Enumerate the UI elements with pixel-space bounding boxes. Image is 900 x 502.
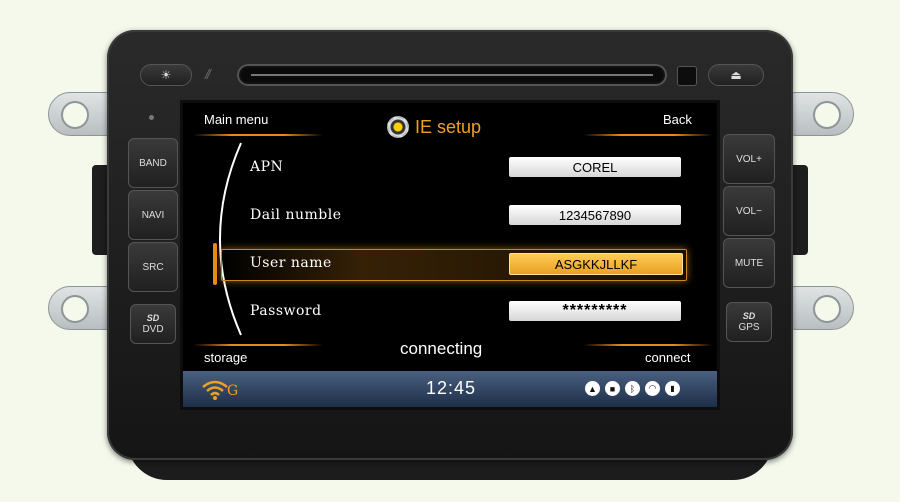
main-menu-link[interactable]: Main menu: [204, 112, 268, 127]
user-name-label: User name: [250, 255, 332, 271]
mic-hole: [149, 115, 154, 120]
camera-icon[interactable]: ■: [605, 381, 620, 396]
mute-label: MUTE: [734, 257, 764, 269]
sun-icon: ☀: [160, 68, 172, 82]
eject-button[interactable]: ⏏: [708, 64, 764, 86]
footer-line-left: [193, 344, 323, 346]
page-title: IE setup: [387, 116, 481, 138]
connect-button[interactable]: connect: [645, 350, 691, 365]
gear-icon: [387, 116, 409, 138]
src-button[interactable]: SRC: [128, 242, 178, 292]
vol-up-button[interactable]: VOL+: [723, 134, 775, 184]
sd-gps-slot[interactable]: SD GPS: [726, 302, 772, 342]
ir-sensor: [677, 66, 697, 86]
page-title-text: IE setup: [415, 116, 482, 137]
navi-button[interactable]: NAVI: [128, 190, 178, 240]
vol-down-label: VOL−: [736, 205, 762, 217]
user-name-field[interactable]: ASGKKJLLKF: [509, 253, 683, 275]
cd-slot: [237, 64, 667, 86]
eject-icon: ⏏: [730, 68, 742, 82]
slot-marks: //: [205, 66, 211, 82]
band-label: BAND: [139, 157, 167, 169]
logo-letter: G: [227, 383, 239, 399]
sd-icon: SD: [742, 311, 756, 321]
bluetooth-icon[interactable]: ᛒ: [625, 381, 640, 396]
status-bar: G 12:45 ▲ ■ ᛒ ◠ ▮: [183, 371, 717, 407]
brightness-button[interactable]: ☀: [140, 64, 192, 86]
gps-label: GPS: [738, 322, 760, 333]
band-button[interactable]: BAND: [128, 138, 178, 188]
wifi-icon[interactable]: ◠: [645, 381, 660, 396]
header-line-left: [193, 134, 323, 136]
src-label: SRC: [142, 261, 164, 273]
apn-field[interactable]: COREL: [509, 157, 681, 177]
signal-icon[interactable]: ▮: [665, 381, 680, 396]
storage-button[interactable]: storage: [204, 350, 247, 365]
vol-down-button[interactable]: VOL−: [723, 186, 775, 236]
password-field[interactable]: *********: [509, 301, 681, 321]
navigation-icon[interactable]: ▲: [585, 381, 600, 396]
vol-up-label: VOL+: [736, 153, 762, 165]
back-button[interactable]: Back: [663, 112, 692, 127]
dial-number-label: Dail numble: [250, 207, 342, 223]
password-label: Password: [250, 303, 322, 319]
dial-number-field[interactable]: 1234567890: [509, 205, 681, 225]
display-screen: Main menu IE setup Back APN COREL Dail n…: [180, 100, 720, 410]
apn-label: APN: [250, 159, 284, 175]
wifi-logo-icon: [202, 380, 228, 400]
sd-icon: SD: [146, 313, 160, 323]
connection-status: connecting: [400, 339, 483, 358]
footer-line-right: [583, 344, 713, 346]
scroll-rail[interactable]: [203, 139, 253, 339]
navi-label: NAVI: [141, 209, 165, 221]
dvd-label: DVD: [142, 324, 164, 335]
header-line-right: [583, 134, 713, 136]
mute-button[interactable]: MUTE: [723, 238, 775, 288]
clock: 12:45: [426, 378, 477, 398]
sd-dvd-slot[interactable]: SD DVD: [130, 304, 176, 344]
